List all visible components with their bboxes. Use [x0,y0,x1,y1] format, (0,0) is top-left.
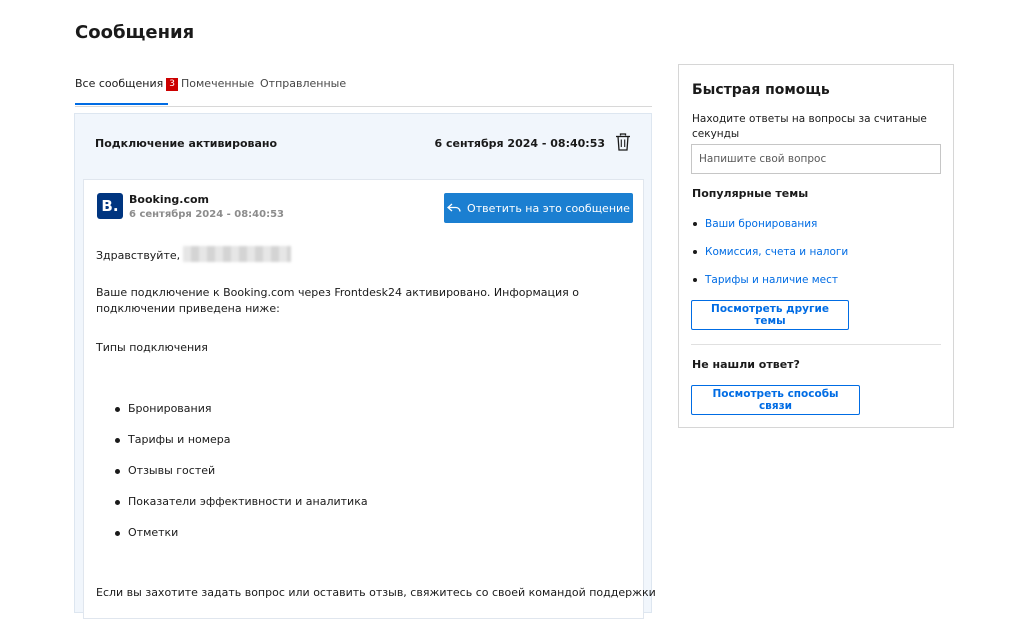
list-item: Тарифы и номера [115,432,368,463]
list-item: Ваши бронирования [692,216,848,244]
connection-types-heading: Типы подключения [96,341,208,354]
more-topics-button[interactable]: Посмотреть другие темы [691,300,849,330]
list-item: Комиссия, счета и налоги [692,244,848,272]
list-item: Показатели эффективности и аналитика [115,494,368,525]
reply-arrow-icon [447,203,461,212]
popular-topics-heading: Популярные темы [692,187,809,200]
redacted-name [183,246,292,262]
topic-link-bookings[interactable]: Ваши бронирования [705,218,817,230]
greeting: Здравствуйте, [96,246,292,264]
trash-icon[interactable] [615,133,631,151]
message-card: B. Booking.com 6 сентября 2024 - 08:40:5… [83,179,656,619]
tab-flagged[interactable]: Помеченные [181,77,254,90]
thread-subject: Подключение активировано [95,137,278,150]
list-item: Бронирования [115,401,368,432]
message-thread: Подключение активировано 6 сентября 2024… [74,113,656,619]
tab-all-messages-label: Все сообщения [75,77,164,90]
no-answer-heading: Не нашли ответ? [692,358,800,371]
list-item: Отметки [115,525,368,556]
thread-date: 6 сентября 2024 - 08:40:53 [434,137,605,150]
greeting-text: Здравствуйте, [96,249,181,262]
help-search-input[interactable] [691,144,941,174]
message-date: 6 сентября 2024 - 08:40:53 [129,209,285,220]
popular-topics-list: Ваши бронирования Комиссия, счета и нало… [692,216,848,300]
topic-link-rates[interactable]: Тарифы и наличие мест [705,274,838,286]
topic-link-commission[interactable]: Комиссия, счета и налоги [705,246,848,258]
list-item: Отзывы гостей [115,463,368,494]
help-subtitle: Находите ответы на вопросы за считаные с… [692,113,927,140]
tab-all-messages[interactable]: Все сообщения 3 [75,77,178,105]
unread-count-badge: 3 [166,78,178,91]
list-item: Тарифы и наличие мест [692,272,848,300]
reply-button-label: Ответить на это сообщение [467,201,630,215]
tab-sent[interactable]: Отправленные [260,77,346,90]
help-title: Быстрая помощь [692,82,830,98]
message-tabs: Все сообщения 3 Помеченные Отправленные [75,75,652,107]
connection-types-list: Бронирования Тарифы и номера Отзывы гост… [115,401,368,556]
sender-name: Booking.com [129,193,210,206]
contact-options-button[interactable]: Посмотреть способы связи [691,385,860,415]
divider [691,344,941,345]
quick-help-panel: Быстрая помощь Находите ответы на вопрос… [678,64,954,428]
intro-paragraph: Ваше подключение к Booking.com через Fro… [96,286,579,315]
page-title: Сообщения [75,22,195,43]
closing-paragraph: Если вы захотите задать вопрос или остав… [96,586,656,599]
reply-button[interactable]: Ответить на это сообщение [444,193,633,223]
booking-logo-icon: B. [97,193,123,219]
